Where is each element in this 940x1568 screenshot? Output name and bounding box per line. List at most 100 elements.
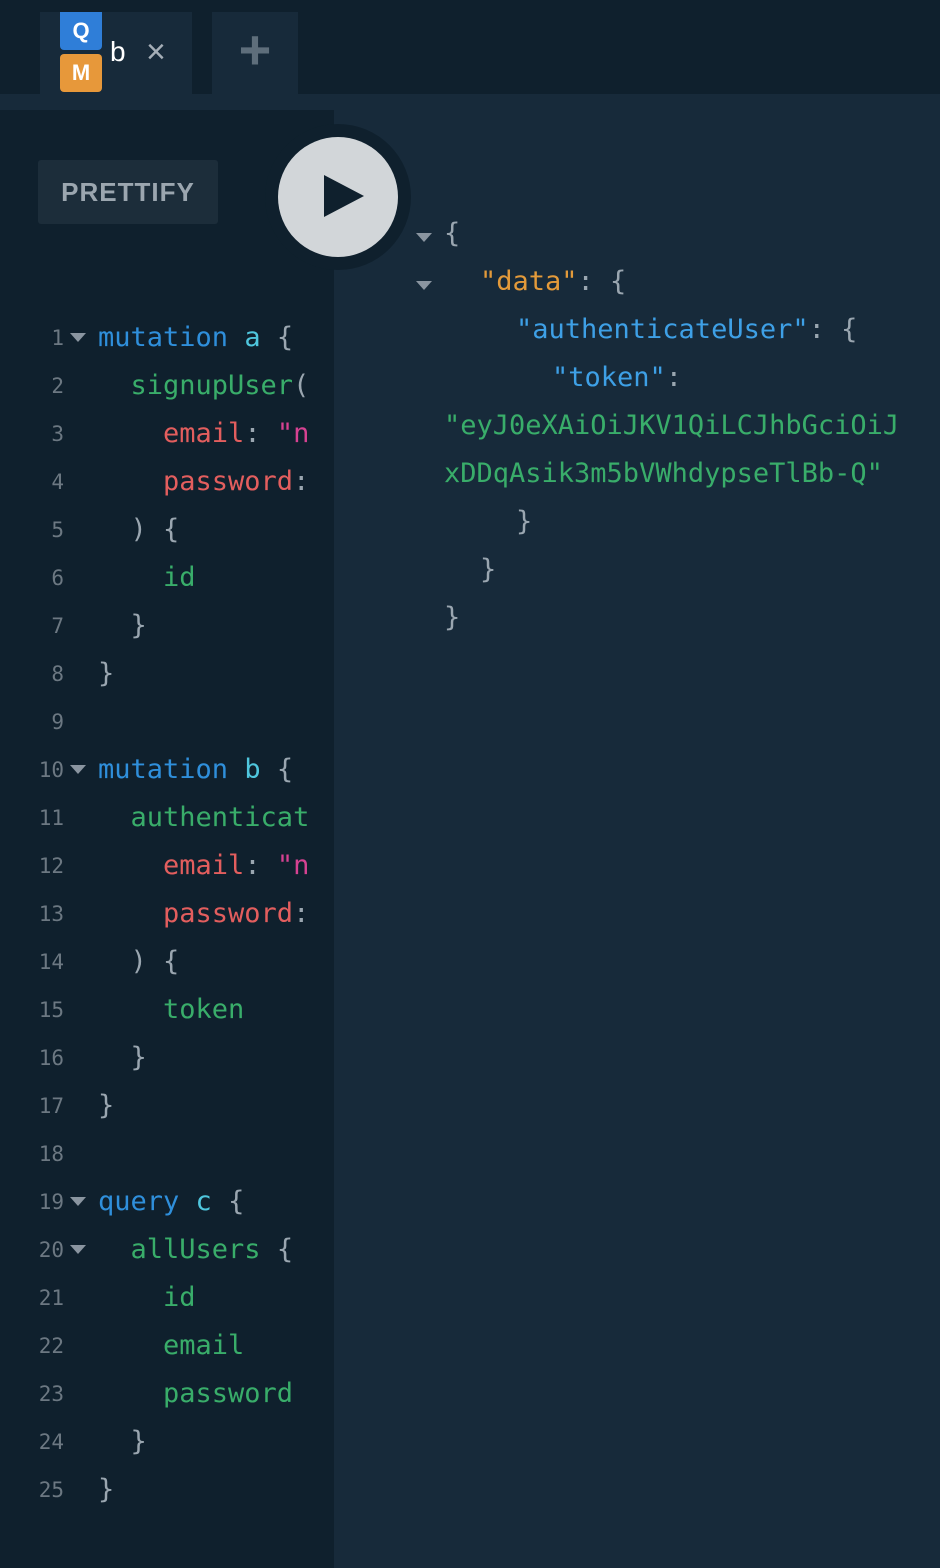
code-text: authenticat (98, 794, 310, 842)
code-token: allUsers (98, 1234, 277, 1265)
prettify-button[interactable]: PRETTIFY (38, 160, 218, 224)
fold-arrow-icon[interactable] (70, 333, 86, 342)
code-line[interactable]: 17} (0, 1082, 334, 1130)
line-number: 22 (38, 1334, 64, 1358)
result-token-line: "token": (552, 354, 682, 402)
code-token: } (98, 1090, 115, 1121)
line-number: 13 (38, 902, 64, 926)
code-token: "n (276, 850, 310, 881)
code-lines[interactable]: 1 mutation a {2 signupUser(3 email: "n 4 p… (0, 314, 334, 1514)
code-line[interactable]: 14 ) { (0, 938, 334, 986)
data-colon: : { (577, 266, 627, 297)
code-token: id (98, 1282, 196, 1313)
code-line[interactable]: 12 email: "n (0, 842, 334, 890)
fold-arrow-icon[interactable] (416, 233, 432, 242)
code-line[interactable]: 6 id (0, 554, 334, 602)
token-value-2: xDDqAsik3m5bVWhdypseTlBb-Q" (444, 458, 883, 489)
tab-bar: Q M b × + (0, 0, 940, 94)
code-line[interactable]: 15 token (0, 986, 334, 1034)
code-text: id (98, 1274, 196, 1322)
code-token: } (98, 1426, 147, 1457)
code-line[interactable]: 4 password: (0, 458, 334, 506)
line-number: 23 (38, 1382, 64, 1406)
code-token: signupUser (98, 370, 294, 401)
code-line[interactable]: 3 email: "n (0, 410, 334, 458)
code-text: id (98, 554, 196, 602)
code-line[interactable]: 16 } (0, 1034, 334, 1082)
code-token: password (98, 466, 294, 497)
code-token: query (98, 1186, 196, 1217)
code-text: ) { (98, 938, 180, 986)
line-number: 6 (51, 566, 64, 590)
code-line[interactable]: 1 mutation a { (0, 314, 334, 362)
line-number: 16 (38, 1046, 64, 1070)
code-token: ) { (98, 514, 180, 545)
code-token: id (98, 562, 196, 593)
fold-arrow-icon[interactable] (70, 1245, 86, 1254)
code-line[interactable]: 21 id (0, 1274, 334, 1322)
code-token: : (293, 466, 310, 497)
code-token: ) { (98, 946, 180, 977)
code-line[interactable]: 25} (0, 1466, 334, 1514)
code-line[interactable]: 20 allUsers { (0, 1226, 334, 1274)
code-line[interactable]: 23 password (0, 1370, 334, 1418)
query-editor[interactable]: PRETTIFY 1 mutation a {2 signupUser(3 ema… (0, 110, 334, 1568)
code-token: mutation (98, 322, 245, 353)
code-line[interactable]: 8} (0, 650, 334, 698)
query-tab[interactable]: Q M b × (40, 12, 192, 94)
line-number: 11 (38, 806, 64, 830)
code-line[interactable]: 24 } (0, 1418, 334, 1466)
code-token: { (228, 1186, 245, 1217)
code-token: { (276, 1234, 294, 1265)
code-line[interactable]: 7 } (0, 602, 334, 650)
code-line[interactable]: 19 query c { (0, 1178, 334, 1226)
code-token: : (244, 850, 277, 881)
line-number: 4 (51, 470, 64, 494)
code-text: mutation b { (98, 746, 293, 794)
code-line[interactable]: 5 ) { (0, 506, 334, 554)
line-number: 2 (51, 374, 64, 398)
code-line[interactable]: 10 mutation b { (0, 746, 334, 794)
line-number: 14 (38, 950, 64, 974)
code-text: query c { (98, 1178, 244, 1226)
fold-arrow-icon[interactable] (70, 1197, 86, 1206)
code-text: } (98, 1034, 147, 1082)
code-token: : (293, 898, 310, 929)
code-token: password (98, 1378, 294, 1409)
data-key: "data" (480, 266, 578, 297)
result-panel: { "data": { "authenticateUser": { "token… (334, 94, 940, 1568)
code-token: "n (276, 418, 310, 449)
code-token: } (98, 610, 147, 641)
code-token: { (276, 322, 294, 353)
fold-arrow-icon[interactable] (416, 281, 432, 290)
code-line[interactable]: 9 (0, 698, 334, 746)
add-tab-button[interactable]: + (212, 12, 298, 94)
code-text: signupUser( (98, 362, 310, 410)
code-token: authenticat (98, 802, 310, 833)
query-badge: Q (60, 12, 102, 50)
line-number: 19 (38, 1190, 64, 1214)
code-text: } (98, 1082, 114, 1130)
line-number: 25 (38, 1478, 64, 1502)
token-colon: : (665, 362, 683, 393)
code-line[interactable]: 2 signupUser( (0, 362, 334, 410)
code-text: password: (98, 890, 309, 938)
close-icon[interactable]: × (146, 34, 166, 70)
code-token: : (244, 418, 277, 449)
code-token: email (98, 850, 245, 881)
code-line[interactable]: 22 email (0, 1322, 334, 1370)
code-line[interactable]: 18 (0, 1130, 334, 1178)
line-number: 15 (38, 998, 64, 1022)
fold-arrow-icon[interactable] (70, 765, 86, 774)
auth-colon: : { (808, 314, 858, 345)
code-line[interactable]: 11 authenticat (0, 794, 334, 842)
code-text: } (98, 1418, 147, 1466)
code-line[interactable]: 13 password: (0, 890, 334, 938)
line-number: 3 (51, 422, 64, 446)
result-close-brace: } (480, 554, 497, 585)
code-token: password (98, 898, 294, 929)
result-data-line: "data": { (480, 258, 626, 306)
line-number: 24 (38, 1430, 64, 1454)
code-token: } (98, 1474, 115, 1505)
code-token: c (195, 1186, 229, 1217)
